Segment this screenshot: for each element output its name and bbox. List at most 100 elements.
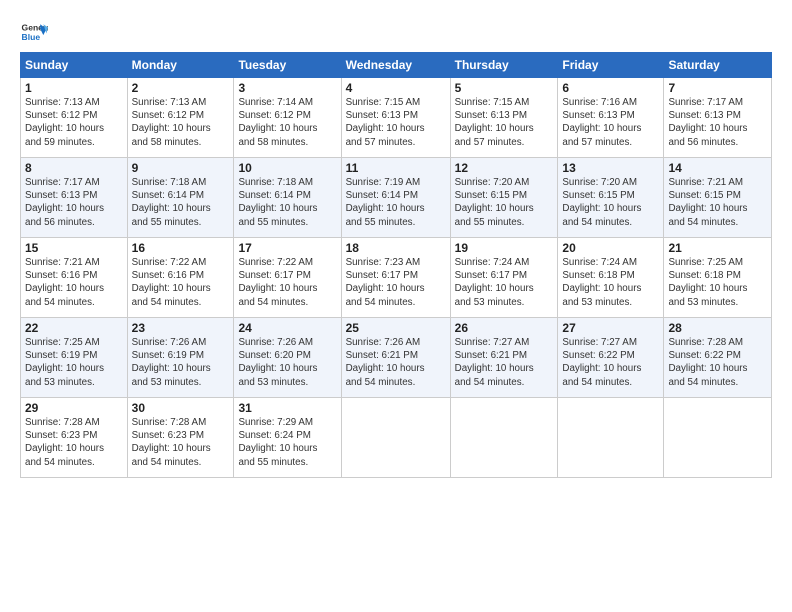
day-number: 25	[346, 321, 446, 335]
day-number: 9	[132, 161, 230, 175]
calendar-cell: 23Sunrise: 7:26 AM Sunset: 6:19 PM Dayli…	[127, 318, 234, 398]
day-info: Sunrise: 7:20 AM Sunset: 6:15 PM Dayligh…	[455, 176, 554, 229]
day-info: Sunrise: 7:23 AM Sunset: 6:17 PM Dayligh…	[346, 256, 446, 309]
calendar-week-2: 8Sunrise: 7:17 AM Sunset: 6:13 PM Daylig…	[21, 158, 772, 238]
logo-icon: General Blue	[20, 18, 48, 46]
day-info: Sunrise: 7:27 AM Sunset: 6:21 PM Dayligh…	[455, 336, 554, 389]
day-number: 16	[132, 241, 230, 255]
day-number: 10	[238, 161, 336, 175]
logo: General Blue	[20, 18, 48, 46]
day-number: 28	[668, 321, 767, 335]
day-number: 23	[132, 321, 230, 335]
calendar-cell	[558, 398, 664, 478]
day-info: Sunrise: 7:17 AM Sunset: 6:13 PM Dayligh…	[668, 96, 767, 149]
calendar-cell: 25Sunrise: 7:26 AM Sunset: 6:21 PM Dayli…	[341, 318, 450, 398]
calendar-cell: 24Sunrise: 7:26 AM Sunset: 6:20 PM Dayli…	[234, 318, 341, 398]
day-number: 1	[25, 81, 123, 95]
calendar-cell: 8Sunrise: 7:17 AM Sunset: 6:13 PM Daylig…	[21, 158, 128, 238]
calendar-cell: 19Sunrise: 7:24 AM Sunset: 6:17 PM Dayli…	[450, 238, 558, 318]
day-info: Sunrise: 7:15 AM Sunset: 6:13 PM Dayligh…	[455, 96, 554, 149]
calendar-cell: 12Sunrise: 7:20 AM Sunset: 6:15 PM Dayli…	[450, 158, 558, 238]
calendar-cell: 28Sunrise: 7:28 AM Sunset: 6:22 PM Dayli…	[664, 318, 772, 398]
day-info: Sunrise: 7:18 AM Sunset: 6:14 PM Dayligh…	[238, 176, 336, 229]
day-number: 2	[132, 81, 230, 95]
day-number: 29	[25, 401, 123, 415]
calendar-cell: 10Sunrise: 7:18 AM Sunset: 6:14 PM Dayli…	[234, 158, 341, 238]
calendar-cell: 26Sunrise: 7:27 AM Sunset: 6:21 PM Dayli…	[450, 318, 558, 398]
weekday-header-monday: Monday	[127, 53, 234, 78]
day-number: 13	[562, 161, 659, 175]
day-info: Sunrise: 7:16 AM Sunset: 6:13 PM Dayligh…	[562, 96, 659, 149]
day-number: 26	[455, 321, 554, 335]
day-number: 18	[346, 241, 446, 255]
day-info: Sunrise: 7:22 AM Sunset: 6:16 PM Dayligh…	[132, 256, 230, 309]
day-info: Sunrise: 7:22 AM Sunset: 6:17 PM Dayligh…	[238, 256, 336, 309]
day-info: Sunrise: 7:27 AM Sunset: 6:22 PM Dayligh…	[562, 336, 659, 389]
calendar-week-4: 22Sunrise: 7:25 AM Sunset: 6:19 PM Dayli…	[21, 318, 772, 398]
day-number: 21	[668, 241, 767, 255]
calendar-cell: 18Sunrise: 7:23 AM Sunset: 6:17 PM Dayli…	[341, 238, 450, 318]
calendar-cell: 9Sunrise: 7:18 AM Sunset: 6:14 PM Daylig…	[127, 158, 234, 238]
calendar-cell: 31Sunrise: 7:29 AM Sunset: 6:24 PM Dayli…	[234, 398, 341, 478]
day-number: 5	[455, 81, 554, 95]
calendar-week-3: 15Sunrise: 7:21 AM Sunset: 6:16 PM Dayli…	[21, 238, 772, 318]
day-number: 30	[132, 401, 230, 415]
calendar-week-1: 1 Sunrise: 7:13 AM Sunset: 6:12 PM Daylig…	[21, 78, 772, 158]
calendar-cell: 15Sunrise: 7:21 AM Sunset: 6:16 PM Dayli…	[21, 238, 128, 318]
weekday-header-sunday: Sunday	[21, 53, 128, 78]
day-info: Sunrise: 7:26 AM Sunset: 6:21 PM Dayligh…	[346, 336, 446, 389]
day-number: 24	[238, 321, 336, 335]
day-info: Sunrise: 7:28 AM Sunset: 6:23 PM Dayligh…	[132, 416, 230, 469]
calendar-cell	[450, 398, 558, 478]
svg-text:Blue: Blue	[22, 32, 41, 42]
day-number: 19	[455, 241, 554, 255]
weekday-header-friday: Friday	[558, 53, 664, 78]
day-info: Sunrise: 7:19 AM Sunset: 6:14 PM Dayligh…	[346, 176, 446, 229]
day-info: Sunrise: 7:13 AM Sunset: 6:12 PM Dayligh…	[132, 96, 230, 149]
weekday-header-tuesday: Tuesday	[234, 53, 341, 78]
day-info: Sunrise: 7:28 AM Sunset: 6:22 PM Dayligh…	[668, 336, 767, 389]
calendar-cell: 7Sunrise: 7:17 AM Sunset: 6:13 PM Daylig…	[664, 78, 772, 158]
calendar-cell: 27Sunrise: 7:27 AM Sunset: 6:22 PM Dayli…	[558, 318, 664, 398]
day-info: Sunrise: 7:18 AM Sunset: 6:14 PM Dayligh…	[132, 176, 230, 229]
day-number: 4	[346, 81, 446, 95]
day-info: Sunrise: 7:28 AM Sunset: 6:23 PM Dayligh…	[25, 416, 123, 469]
calendar-cell: 17Sunrise: 7:22 AM Sunset: 6:17 PM Dayli…	[234, 238, 341, 318]
day-info: Sunrise: 7:26 AM Sunset: 6:20 PM Dayligh…	[238, 336, 336, 389]
weekday-header-thursday: Thursday	[450, 53, 558, 78]
weekday-header-row: SundayMondayTuesdayWednesdayThursdayFrid…	[21, 53, 772, 78]
day-number: 17	[238, 241, 336, 255]
page: General Blue SundayMondayTuesdayWednesda…	[0, 0, 792, 488]
calendar-cell: 30Sunrise: 7:28 AM Sunset: 6:23 PM Dayli…	[127, 398, 234, 478]
day-info: Sunrise: 7:21 AM Sunset: 6:16 PM Dayligh…	[25, 256, 123, 309]
day-info: Sunrise: 7:14 AM Sunset: 6:12 PM Dayligh…	[238, 96, 336, 149]
day-number: 14	[668, 161, 767, 175]
calendar-cell: 5Sunrise: 7:15 AM Sunset: 6:13 PM Daylig…	[450, 78, 558, 158]
day-number: 20	[562, 241, 659, 255]
day-number: 6	[562, 81, 659, 95]
calendar-cell	[341, 398, 450, 478]
header: General Blue	[20, 18, 772, 46]
day-info: Sunrise: 7:21 AM Sunset: 6:15 PM Dayligh…	[668, 176, 767, 229]
day-number: 8	[25, 161, 123, 175]
day-info: Sunrise: 7:20 AM Sunset: 6:15 PM Dayligh…	[562, 176, 659, 229]
calendar-week-5: 29Sunrise: 7:28 AM Sunset: 6:23 PM Dayli…	[21, 398, 772, 478]
day-info: Sunrise: 7:25 AM Sunset: 6:19 PM Dayligh…	[25, 336, 123, 389]
calendar-cell: 1Sunrise: 7:13 AM Sunset: 6:12 PM Daylig…	[21, 78, 128, 158]
calendar-cell: 3Sunrise: 7:14 AM Sunset: 6:12 PM Daylig…	[234, 78, 341, 158]
calendar-cell: 11Sunrise: 7:19 AM Sunset: 6:14 PM Dayli…	[341, 158, 450, 238]
calendar-cell: 16Sunrise: 7:22 AM Sunset: 6:16 PM Dayli…	[127, 238, 234, 318]
calendar-cell: 13Sunrise: 7:20 AM Sunset: 6:15 PM Dayli…	[558, 158, 664, 238]
weekday-header-wednesday: Wednesday	[341, 53, 450, 78]
calendar-table: SundayMondayTuesdayWednesdayThursdayFrid…	[20, 52, 772, 478]
weekday-header-saturday: Saturday	[664, 53, 772, 78]
day-number: 12	[455, 161, 554, 175]
day-info: Sunrise: 7:24 AM Sunset: 6:17 PM Dayligh…	[455, 256, 554, 309]
calendar-cell	[664, 398, 772, 478]
day-number: 15	[25, 241, 123, 255]
calendar-cell: 21Sunrise: 7:25 AM Sunset: 6:18 PM Dayli…	[664, 238, 772, 318]
day-info: Sunrise: 7:17 AM Sunset: 6:13 PM Dayligh…	[25, 176, 123, 229]
calendar-cell: 2Sunrise: 7:13 AM Sunset: 6:12 PM Daylig…	[127, 78, 234, 158]
day-number: 11	[346, 161, 446, 175]
day-number: 7	[668, 81, 767, 95]
